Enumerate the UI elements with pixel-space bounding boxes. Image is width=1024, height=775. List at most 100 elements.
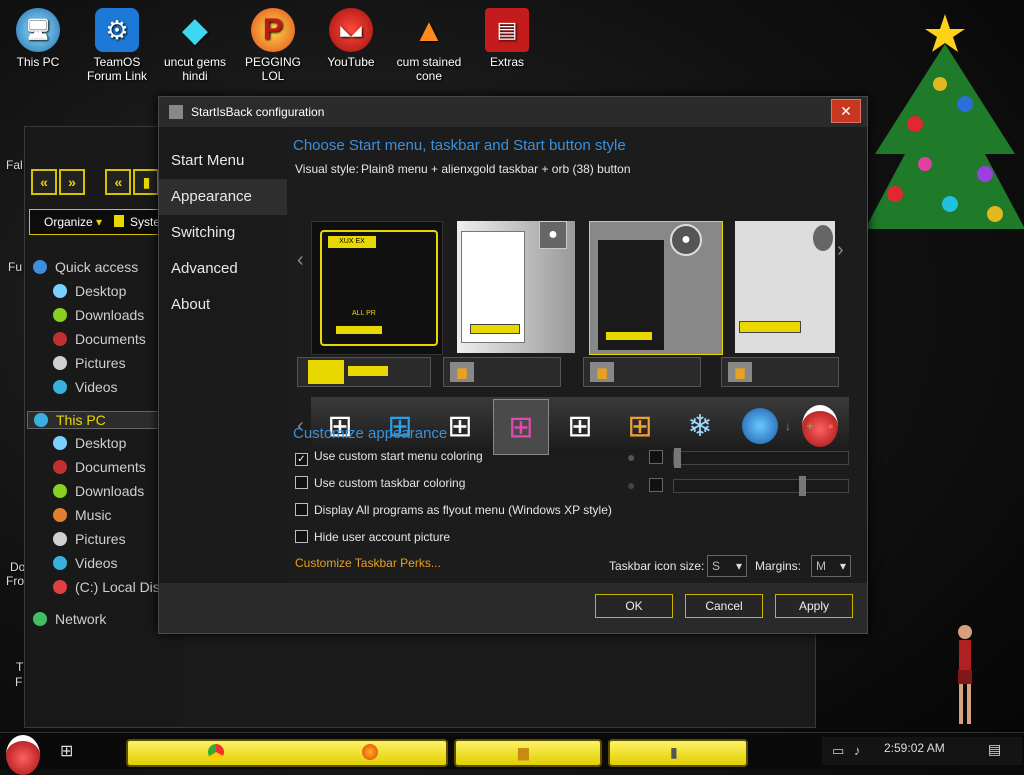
close-button[interactable]: ✕ — [831, 99, 861, 123]
snowflake-icon: ❄ — [687, 409, 713, 443]
tree-item[interactable]: Documents — [53, 459, 146, 475]
checkbox-label: Use custom start menu coloring — [314, 449, 483, 463]
nav-appearance[interactable]: Appearance — [159, 179, 287, 215]
tree-item[interactable]: Desktop — [53, 283, 126, 299]
forward-button[interactable]: » — [59, 169, 85, 195]
checkbox-label: Display All programs as flyout menu (Win… — [314, 503, 612, 517]
address-button[interactable]: ▮ — [133, 169, 160, 195]
ok-button[interactable]: OK — [595, 594, 673, 618]
chrome-icon[interactable] — [208, 744, 224, 760]
desktop-icon-cone[interactable]: ▲ cum stained cone — [391, 8, 467, 83]
orb-windows-white-3[interactable]: ⊞ — [555, 403, 605, 449]
orb-snowflake[interactable]: ❄ — [675, 403, 725, 449]
tree-item[interactable]: Videos — [53, 555, 118, 571]
taskbar-style-3[interactable]: ▆ — [583, 357, 701, 387]
user-avatar-icon: ● — [539, 221, 567, 249]
desktop-icon-teamos[interactable]: ⚙ TeamOS Forum Link — [79, 8, 155, 83]
customize-perks-link[interactable]: Customize Taskbar Perks... — [295, 556, 441, 570]
tree-item[interactable]: Quick access — [33, 259, 138, 275]
orb-windows-7[interactable] — [735, 403, 785, 449]
taskbar-startisback[interactable]: ▮ — [608, 739, 748, 767]
apply-button[interactable]: Apply — [775, 594, 853, 618]
volume-icon[interactable]: ♪ — [854, 743, 861, 758]
start-menu-color-slider[interactable] — [673, 448, 849, 468]
style-preview-2[interactable]: ● — [457, 221, 575, 353]
tree-item[interactable]: Network — [33, 611, 106, 627]
desktop-partial-label[interactable]: Fro — [6, 574, 24, 588]
checkbox-flyout-menu[interactable]: Display All programs as flyout menu (Win… — [295, 503, 612, 517]
download-orb-icon[interactable]: ↓ — [785, 419, 791, 433]
cancel-button[interactable]: Cancel — [685, 594, 763, 618]
tree-item[interactable]: This PC — [27, 411, 163, 429]
tree-item[interactable]: Desktop — [53, 435, 126, 451]
taskbar-style-1[interactable] — [297, 357, 431, 387]
checkbox-icon[interactable] — [295, 530, 308, 543]
desktop-icon — [53, 284, 67, 298]
checkbox-custom-start-coloring[interactable]: ✓ Use custom start menu coloring — [295, 449, 483, 466]
checkbox-icon[interactable]: ✓ — [295, 453, 308, 466]
color-swatch-2[interactable] — [649, 478, 663, 492]
desktop-partial-label[interactable]: Fu — [8, 260, 22, 274]
style-preview-3-selected[interactable]: ● — [589, 221, 723, 355]
prev-style-arrow[interactable]: ‹ — [297, 249, 304, 272]
back-button[interactable]: « — [31, 169, 57, 195]
tree-item[interactable]: Pictures — [53, 355, 126, 371]
nav-about[interactable]: About — [159, 287, 287, 323]
up-button[interactable]: « — [105, 169, 132, 195]
desktop-icon-extras[interactable]: ▤ Extras — [469, 8, 545, 69]
desktop-icon-uncut-gems[interactable]: ◆ uncut gems hindi — [157, 8, 233, 83]
tree-item[interactable]: Downloads — [53, 483, 144, 499]
tree-item-label: Network — [55, 611, 107, 627]
add-orb-icon[interactable]: + — [806, 419, 813, 433]
tree-item[interactable]: Documents — [53, 331, 146, 347]
notification-icon[interactable]: ▤ — [988, 741, 1001, 758]
clock[interactable]: 2:59:02 AM — [884, 741, 945, 755]
desktop-icon-pegging[interactable]: P PEGGING LOL — [235, 8, 311, 83]
checkbox-hide-user-picture[interactable]: Hide user account picture — [295, 530, 450, 544]
taskbar-style-4[interactable]: ▆ — [721, 357, 839, 387]
start-button[interactable] — [6, 735, 40, 775]
taskbar-color-slider[interactable] — [673, 476, 849, 496]
color-swatch-1[interactable] — [649, 450, 663, 464]
slider-thumb[interactable] — [798, 476, 806, 496]
checkbox-icon[interactable] — [295, 476, 308, 489]
windows-logo-icon: ⊞ — [508, 410, 534, 444]
task-view-icon[interactable]: ⊞ — [60, 741, 73, 761]
desktop-partial-label[interactable]: Fal — [6, 158, 23, 172]
style-preview-1[interactable]: XUX EX ALL PR — [311, 221, 443, 355]
checkbox-custom-taskbar-coloring[interactable]: Use custom taskbar coloring — [295, 476, 465, 490]
network-icon[interactable]: ▭ — [832, 743, 844, 759]
orb-windows-pink-selected[interactable]: ⊞ — [493, 399, 549, 455]
nav-switching[interactable]: Switching — [159, 215, 287, 251]
organize-button[interactable]: Organize — [44, 215, 93, 229]
checkbox-icon[interactable] — [295, 503, 308, 516]
firefox-icon[interactable] — [362, 744, 378, 760]
nav-start-menu[interactable]: Start Menu — [159, 143, 287, 179]
startisback-dialog: StartIsBack configuration ✕ Start Menu A… — [158, 96, 868, 634]
diamond-icon: ◆ — [181, 11, 209, 49]
next-style-arrow[interactable]: › — [837, 239, 844, 262]
slider-thumb[interactable] — [674, 448, 681, 468]
tree-item-label: (C:) Local Dis — [75, 579, 160, 595]
margins-select[interactable]: M ▾ — [811, 555, 851, 577]
taskbar-style-2[interactable]: ▆ — [443, 357, 561, 387]
desktop-partial-label[interactable]: T — [16, 660, 23, 674]
tree-item[interactable]: Pictures — [53, 531, 126, 547]
system-button[interactable]: Syste — [130, 215, 160, 229]
orb-windows-color[interactable]: ⊞ — [615, 403, 665, 449]
taskbar-explorer[interactable]: ▆ — [454, 739, 602, 767]
tree-item[interactable]: Videos — [53, 379, 118, 395]
tree-item[interactable]: (C:) Local Dis — [53, 579, 160, 595]
icon-size-select[interactable]: S ▾ — [707, 555, 747, 577]
nav-advanced[interactable]: Advanced — [159, 251, 287, 287]
tree-item[interactable]: Music — [53, 507, 112, 523]
desktop-partial-label[interactable]: F — [15, 675, 22, 689]
tree-item[interactable]: Downloads — [53, 307, 144, 323]
desktop-icon-youtube[interactable]: ◣◢ YouTube — [313, 8, 389, 69]
tree-item-label: Downloads — [75, 307, 145, 323]
desktop-icon-this-pc[interactable]: 🖥 This PC — [0, 8, 76, 69]
remove-orb-icon[interactable]: ▫ — [829, 419, 833, 433]
style-preview-4[interactable] — [735, 221, 835, 353]
monitor-icon: 🖥 — [16, 8, 60, 52]
checkbox-label: Use custom taskbar coloring — [314, 476, 466, 490]
